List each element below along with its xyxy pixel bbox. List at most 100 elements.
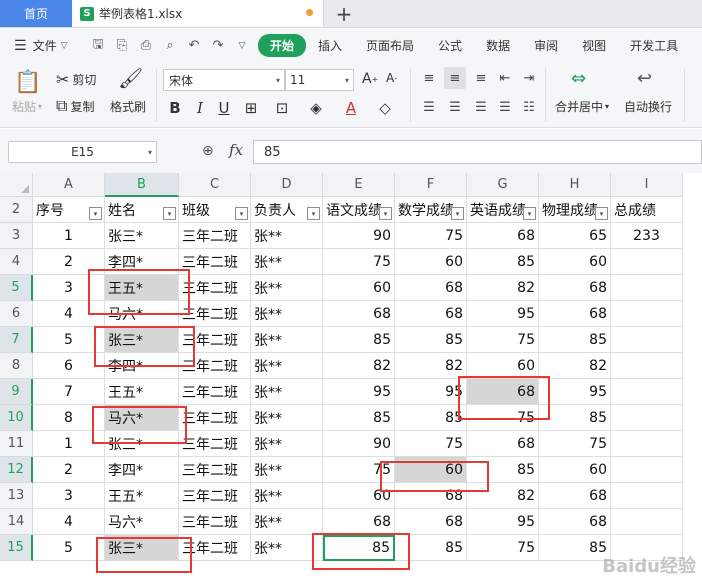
cell-b9[interactable]: 王五* — [105, 379, 179, 405]
cell-e7[interactable]: 85 — [323, 327, 395, 353]
cell-f7[interactable]: 85 — [395, 327, 467, 353]
row-header-15[interactable]: 15 — [0, 535, 33, 561]
undo-icon[interactable]: ↶ — [186, 38, 202, 53]
cell-g9[interactable]: 68 — [467, 379, 539, 405]
cell-c4[interactable]: 三年二班 — [179, 249, 251, 275]
cell-b5[interactable]: 王五* — [105, 275, 179, 301]
cell-b6[interactable]: 马六* — [105, 301, 179, 327]
cell-c9[interactable]: 三年二班 — [179, 379, 251, 405]
cell-b10[interactable]: 马六* — [105, 405, 179, 431]
cell-f3[interactable]: 75 — [395, 223, 467, 249]
cell-g6[interactable]: 95 — [467, 301, 539, 327]
align-middle-icon[interactable]: ≡ — [444, 67, 466, 89]
cell-d11[interactable]: 张** — [251, 431, 323, 457]
wrap-text-icon[interactable]: ↩ — [637, 68, 652, 89]
font-color-icon[interactable]: A — [340, 96, 362, 120]
cell-d7[interactable]: 张** — [251, 327, 323, 353]
cell-a4[interactable]: 2 — [33, 249, 105, 275]
table-header-cell[interactable]: 物理成绩 ▾ — [539, 197, 611, 223]
cell-e5[interactable]: 60 — [323, 275, 395, 301]
cell-g15[interactable]: 75 — [467, 535, 539, 561]
cell-i5[interactable] — [611, 275, 683, 301]
cell-f15[interactable]: 85 — [395, 535, 467, 561]
cell-e15[interactable]: 85 — [323, 535, 395, 561]
cell-i4[interactable] — [611, 249, 683, 275]
cell-d12[interactable]: 张** — [251, 457, 323, 483]
column-header-h[interactable]: H — [539, 173, 611, 197]
cell-e12[interactable]: 75 — [323, 457, 395, 483]
column-header-i[interactable]: I — [611, 173, 683, 197]
insert-function-icon[interactable]: fx — [229, 141, 243, 159]
cell-a8[interactable]: 6 — [33, 353, 105, 379]
align-right-icon[interactable]: ☰ — [470, 96, 492, 118]
filter-dropdown-icon[interactable]: ▾ — [451, 207, 464, 220]
cell-c5[interactable]: 三年二班 — [179, 275, 251, 301]
cell-b7[interactable]: 张三* — [105, 327, 179, 353]
row-header-11[interactable]: 11 — [0, 431, 33, 457]
cell-g5[interactable]: 82 — [467, 275, 539, 301]
file-tab[interactable]: S 举例表格1.xlsx — [72, 0, 324, 27]
cell-i14[interactable] — [611, 509, 683, 535]
row-header-2[interactable]: 2 — [0, 197, 33, 223]
cell-i11[interactable] — [611, 431, 683, 457]
cell-d9[interactable]: 张** — [251, 379, 323, 405]
cell-f8[interactable]: 82 — [395, 353, 467, 379]
cell-b3[interactable]: 张三* — [105, 223, 179, 249]
tab-insert[interactable]: 插入 — [306, 37, 354, 54]
export-icon[interactable]: ⎘ — [114, 38, 130, 53]
cell-b8[interactable]: 李四* — [105, 353, 179, 379]
cell-b15[interactable]: 张三* — [105, 535, 179, 561]
cell-d14[interactable]: 张** — [251, 509, 323, 535]
merge-center-button[interactable]: 合并居中 ▾ — [555, 98, 609, 115]
justify-icon[interactable]: ☰ — [494, 96, 516, 118]
cell-g8[interactable]: 60 — [467, 353, 539, 379]
cell-d4[interactable]: 张** — [251, 249, 323, 275]
row-header-9[interactable]: 9 — [0, 379, 33, 405]
tab-formulas[interactable]: 公式 — [426, 37, 474, 54]
cell-e10[interactable]: 85 — [323, 405, 395, 431]
cell-g4[interactable]: 85 — [467, 249, 539, 275]
cell-b13[interactable]: 王五* — [105, 483, 179, 509]
cell-i6[interactable] — [611, 301, 683, 327]
align-center-icon[interactable]: ☰ — [444, 96, 466, 118]
column-header-d[interactable]: D — [251, 173, 323, 197]
cell-g3[interactable]: 68 — [467, 223, 539, 249]
cell-d13[interactable]: 张** — [251, 483, 323, 509]
cell-a11[interactable]: 1 — [33, 431, 105, 457]
home-tab[interactable]: 首页 — [0, 0, 72, 27]
filter-dropdown-icon[interactable]: ▾ — [595, 207, 608, 220]
row-header-5[interactable]: 5 — [0, 275, 33, 301]
filter-dropdown-icon[interactable]: ▾ — [523, 207, 536, 220]
cell-c8[interactable]: 三年二班 — [179, 353, 251, 379]
cell-e11[interactable]: 90 — [323, 431, 395, 457]
cell-a7[interactable]: 5 — [33, 327, 105, 353]
cell-g7[interactable]: 75 — [467, 327, 539, 353]
font-size-select[interactable]: 11 ▾ — [285, 69, 354, 91]
row-header-12[interactable]: 12 — [0, 457, 33, 483]
row-header-8[interactable]: 8 — [0, 353, 33, 379]
row-header-4[interactable]: 4 — [0, 249, 33, 275]
filter-dropdown-icon[interactable]: ▾ — [163, 207, 176, 220]
fill-color-icon[interactable]: ◈ — [305, 96, 327, 120]
column-header-g[interactable]: G — [467, 173, 539, 197]
column-header-e[interactable]: E — [323, 173, 395, 197]
row-header-14[interactable]: 14 — [0, 509, 33, 535]
zoom-search-icon[interactable]: ⊕ — [202, 143, 214, 159]
row-header-3[interactable]: 3 — [0, 223, 33, 249]
cell-b14[interactable]: 马六* — [105, 509, 179, 535]
table-header-cell[interactable]: 数学成绩 ▾ — [395, 197, 467, 223]
cell-a5[interactable]: 3 — [33, 275, 105, 301]
cell-g14[interactable]: 95 — [467, 509, 539, 535]
cell-h4[interactable]: 60 — [539, 249, 611, 275]
cell-a12[interactable]: 2 — [33, 457, 105, 483]
cell-e9[interactable]: 95 — [323, 379, 395, 405]
distributed-icon[interactable]: ☷ — [518, 96, 540, 118]
cell-i9[interactable] — [611, 379, 683, 405]
cell-f10[interactable]: 85 — [395, 405, 467, 431]
cell-g13[interactable]: 82 — [467, 483, 539, 509]
cell-d5[interactable]: 张** — [251, 275, 323, 301]
cell-c13[interactable]: 三年二班 — [179, 483, 251, 509]
decrease-font-icon[interactable]: A- — [386, 71, 397, 85]
tab-page-layout[interactable]: 页面布局 — [354, 37, 426, 54]
cell-d3[interactable]: 张** — [251, 223, 323, 249]
